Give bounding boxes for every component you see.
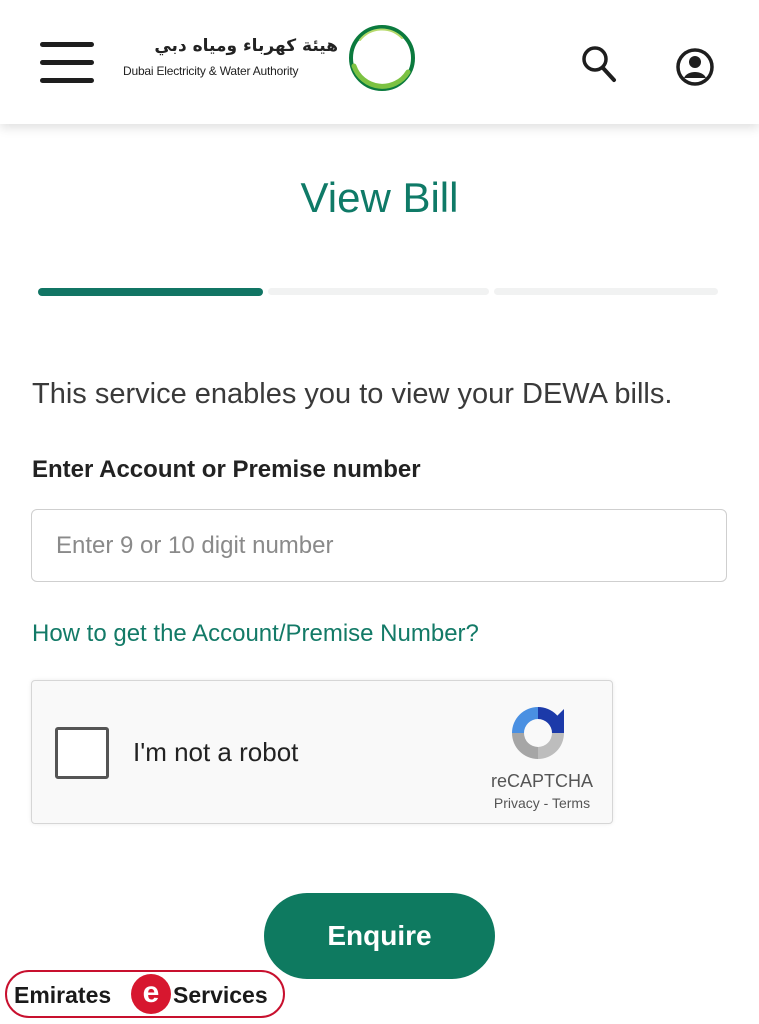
watermark-left-text: Emirates [14, 982, 112, 1008]
menu-line [40, 60, 94, 65]
step-1-active [38, 288, 263, 296]
page-title: View Bill [300, 174, 459, 221]
search-icon[interactable] [578, 42, 618, 84]
service-description: This service enables you to view your DE… [32, 378, 673, 410]
recaptcha-brand: reCAPTCHA [490, 771, 593, 791]
logo-ring-icon [349, 25, 415, 91]
menu-line [40, 78, 94, 83]
recaptcha-privacy-link[interactable]: Privacy [494, 795, 540, 811]
logo-english-text: Dubai Electricity & Water Authority [123, 64, 299, 78]
logo-arabic-text: هيئة كهرباء ومياه دبي [154, 36, 338, 56]
dewa-logo[interactable]: هيئة كهرباء ومياه دبي Dubai Electricity … [120, 22, 420, 94]
recaptcha-label: I'm not a robot [133, 737, 299, 767]
watermark-e-icon: e [131, 974, 171, 1014]
step-2 [268, 288, 489, 295]
watermark-right-text: Services [173, 982, 268, 1008]
step-3 [494, 288, 718, 295]
recaptcha-terms-link[interactable]: Terms [552, 795, 590, 811]
user-account-icon[interactable] [674, 46, 716, 88]
site-header: هيئة كهرباء ومياه دبي Dubai Electricity … [0, 0, 759, 124]
account-number-input[interactable] [31, 509, 727, 582]
account-field-label: Enter Account or Premise number [32, 456, 421, 483]
recaptcha-logo-icon [512, 707, 564, 759]
recaptcha-checkbox[interactable] [55, 727, 109, 779]
account-number-help-link[interactable]: How to get the Account/Premise Number? [32, 620, 479, 648]
enquire-button[interactable]: Enquire [264, 893, 495, 979]
hamburger-menu-icon[interactable] [40, 42, 94, 84]
recaptcha-widget: I'm not a robot reCAPTCHA Privacy - Term… [31, 680, 613, 824]
recaptcha-link-separator: - [539, 795, 552, 811]
recaptcha-links: Privacy - Terms [472, 795, 612, 811]
menu-line [40, 42, 94, 47]
emirates-eservices-watermark: Emirates e Services [5, 970, 285, 1018]
step-progress [38, 288, 718, 296]
